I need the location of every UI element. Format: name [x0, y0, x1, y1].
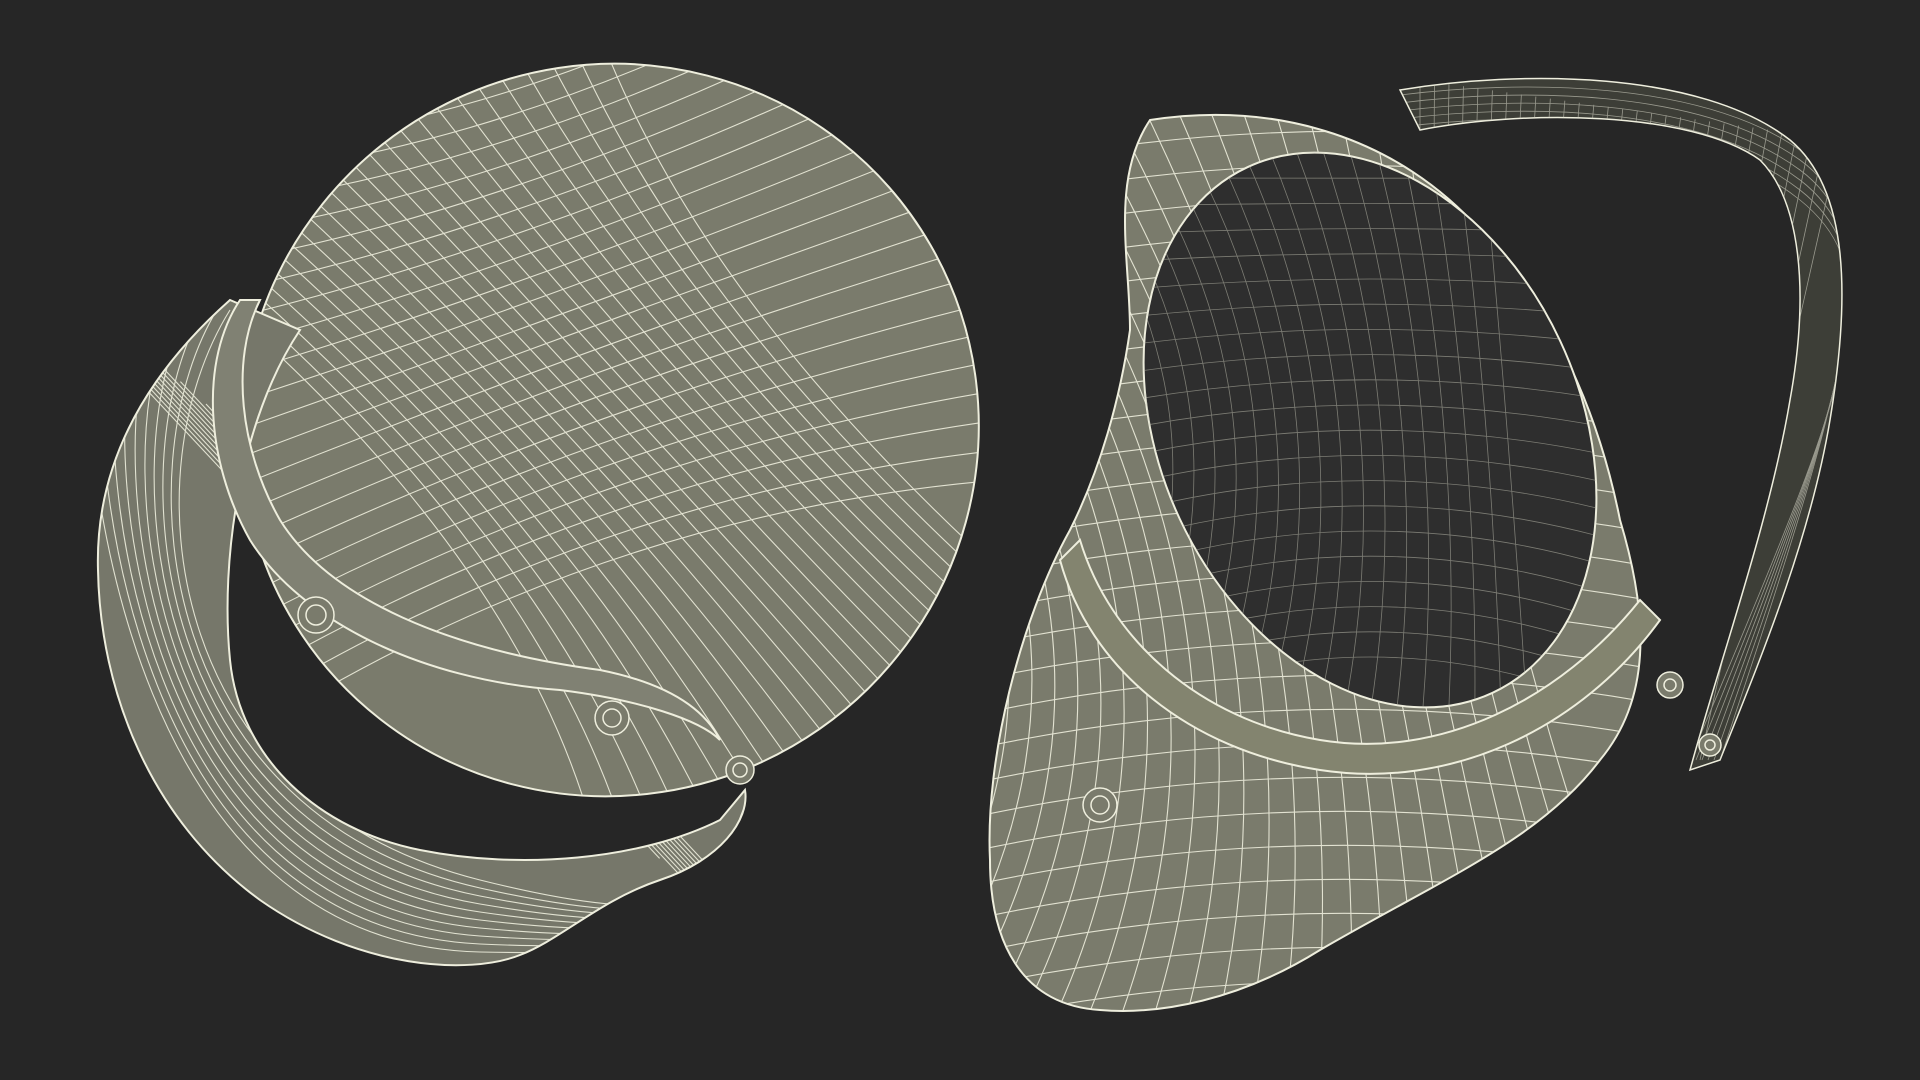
viewport-canvas — [0, 0, 1920, 1080]
scene-svg — [0, 0, 1920, 1080]
